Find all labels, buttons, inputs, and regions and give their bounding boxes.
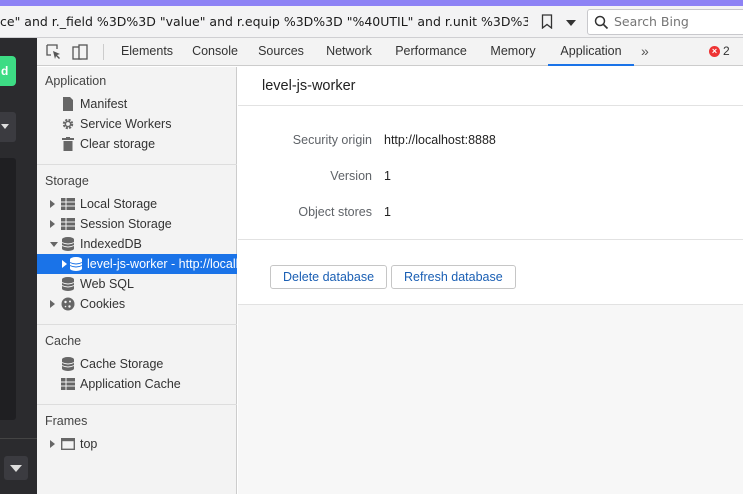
url-field[interactable]: ce" and r._field %3D%3D "value" and r.eq… (0, 14, 528, 29)
sidebar-item-label: Cookies (80, 297, 126, 311)
search-input[interactable] (614, 14, 743, 29)
field-value-security-origin: http://localhost:8888 (384, 133, 496, 147)
sidebar-item-frame-top[interactable]: top (37, 434, 237, 454)
section-title-frames: Frames (45, 414, 88, 428)
url-dropdown-chevron-icon[interactable] (562, 16, 580, 30)
tab-network[interactable]: Network (319, 38, 379, 66)
tab-performance[interactable]: Performance (390, 38, 472, 66)
inspect-element-icon[interactable] (45, 43, 63, 61)
page-divider (0, 438, 37, 439)
sidebar-item-clear-storage[interactable]: Clear storage (37, 134, 237, 154)
sidebar-item-cookies[interactable]: Cookies (37, 294, 237, 314)
device-toolbar-icon[interactable] (71, 43, 89, 61)
section-divider (37, 324, 237, 325)
empty-content-area (238, 304, 743, 494)
frame-icon (61, 437, 75, 451)
error-icon: × (709, 45, 720, 57)
sidebar-item-label: Application Cache (80, 377, 181, 391)
devtools-toolbar: Elements Console Sources Network Perform… (37, 38, 743, 66)
header-divider (238, 105, 743, 106)
document-icon (61, 97, 75, 111)
sidebar-item-label: Service Workers (80, 117, 172, 131)
cookie-icon (61, 297, 75, 311)
browser-toolbar: ce" and r._field %3D%3D "value" and r.eq… (0, 6, 743, 38)
tab-elements[interactable]: Elements (109, 38, 185, 66)
trash-icon (61, 137, 75, 151)
grid-icon (61, 197, 75, 211)
field-value-object-stores: 1 (384, 205, 391, 219)
error-counter[interactable]: × 2 (709, 44, 730, 58)
page-dropdown-button[interactable] (4, 456, 28, 480)
sidebar-item-application-cache[interactable]: Application Cache (37, 374, 237, 394)
database-icon (61, 237, 75, 251)
sidebar-item-label: level-js-worker - http://localhost:8888 (87, 257, 237, 271)
field-label-security-origin: Security origin (292, 133, 372, 147)
database-icon (61, 277, 75, 291)
expand-arrow-icon[interactable] (62, 260, 67, 268)
search-box[interactable] (587, 9, 743, 35)
refresh-database-button[interactable]: Refresh database (391, 265, 516, 289)
section-title-storage: Storage (45, 174, 89, 188)
tab-memory[interactable]: Memory (484, 38, 542, 66)
page-content-strip: d (0, 38, 37, 494)
expand-arrow-icon[interactable] (50, 440, 58, 448)
sidebar-item-label: Local Storage (80, 197, 158, 211)
bookmark-icon[interactable] (541, 14, 553, 29)
fields-divider (238, 239, 743, 240)
sidebar-item-label: Web SQL (80, 277, 134, 291)
sidebar-item-local-storage[interactable]: Local Storage (37, 194, 237, 214)
database-icon (61, 357, 75, 371)
field-label-object-stores: Object stores (298, 205, 372, 219)
grid-icon (61, 217, 75, 231)
toolbar-separator (103, 44, 104, 60)
section-title-cache: Cache (45, 334, 82, 348)
page-green-button[interactable]: d (0, 56, 16, 86)
sidebar-item-manifest[interactable]: Manifest (37, 94, 237, 114)
tab-sources[interactable]: Sources (251, 38, 311, 66)
expand-arrow-icon[interactable] (50, 300, 58, 308)
delete-database-button[interactable]: Delete database (270, 265, 388, 289)
sidebar-item-label: Manifest (80, 97, 128, 111)
expand-arrow-icon[interactable] (50, 220, 58, 228)
field-value-version: 1 (384, 169, 391, 183)
sidebar-item-label: Cache Storage (80, 357, 164, 371)
search-icon (594, 15, 609, 30)
more-tabs-chevron-icon[interactable]: » (641, 43, 649, 59)
sidebar-item-session-storage[interactable]: Session Storage (37, 214, 237, 234)
sidebar-item-service-workers[interactable]: Service Workers (37, 114, 237, 134)
sidebar-item-label: Clear storage (80, 137, 156, 151)
page-dropdown[interactable] (0, 112, 16, 142)
sidebar-item-cache-storage[interactable]: Cache Storage (37, 354, 237, 374)
sidebar-item-web-sql[interactable]: Web SQL (37, 274, 237, 294)
database-title: level-js-worker (262, 78, 356, 94)
page-panel (0, 158, 16, 420)
devtools-panel: Elements Console Sources Network Perform… (37, 38, 743, 494)
section-divider (37, 164, 237, 165)
sidebar-item-label: top (80, 437, 98, 451)
database-details-pane: level-js-worker Security origin http://l… (238, 67, 743, 494)
tab-console[interactable]: Console (185, 38, 245, 66)
field-label-version: Version (330, 169, 372, 183)
application-sidebar: Application Manifest Service Workers Cle… (37, 67, 237, 494)
expand-arrow-icon[interactable] (50, 200, 58, 208)
section-title-application: Application (45, 74, 107, 88)
sidebar-item-level-js-worker[interactable]: level-js-worker - http://localhost:8888 (37, 254, 237, 274)
tab-application[interactable]: Application (548, 38, 634, 66)
collapse-arrow-icon[interactable] (50, 242, 58, 247)
gear-icon (61, 117, 75, 131)
sidebar-item-indexeddb[interactable]: IndexedDB (37, 234, 237, 254)
section-divider (37, 404, 237, 405)
sidebar-item-label: IndexedDB (80, 237, 142, 251)
grid-icon (61, 377, 75, 391)
error-count: 2 (723, 44, 730, 58)
database-icon (70, 257, 82, 271)
sidebar-item-label: Session Storage (80, 217, 172, 231)
